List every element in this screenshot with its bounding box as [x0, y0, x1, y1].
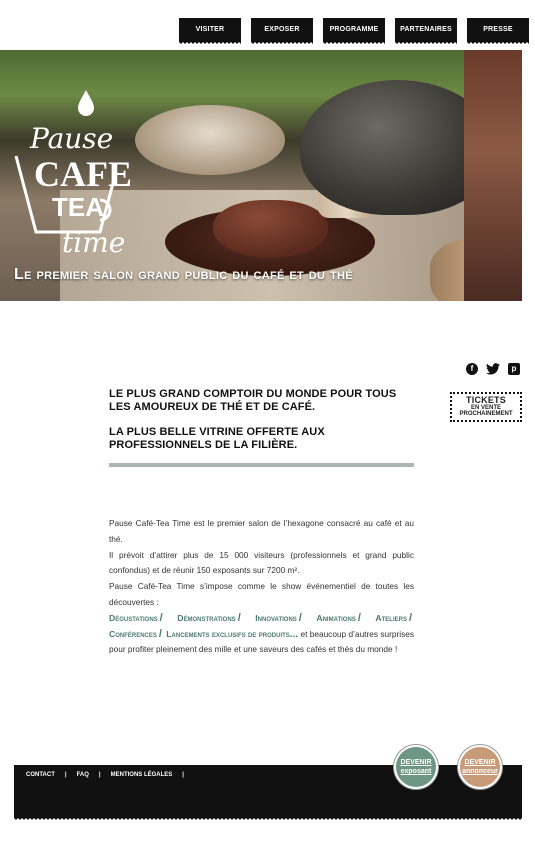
tickets-title: TICKETS — [466, 395, 506, 405]
tag-ellipsis: ... — [289, 628, 299, 640]
nav-divider — [317, 18, 319, 42]
footer-link-mentions[interactable]: MENTIONS LÉGALES — [111, 772, 173, 778]
tag-innovations: Innovations — [255, 612, 297, 623]
footer-separator: | — [64, 772, 67, 778]
intro-text: Pause Café-Tea Time est le premier salon… — [109, 516, 414, 658]
logo-graphic: Pause CAFE TEA time — [14, 90, 132, 259]
hero-clay-teapot-image — [213, 200, 328, 258]
nav-divider — [245, 18, 247, 42]
logo-time-text: time — [62, 226, 125, 259]
facebook-icon[interactable]: f — [466, 363, 478, 375]
headline-line-2: La plus belle vitrine offerte aux profes… — [109, 426, 325, 451]
headline-line-1: Le plus grand comptoir du monde pour tou… — [109, 388, 397, 413]
main-headline: Le plus grand comptoir du monde pour tou… — [109, 388, 414, 452]
tag-conferences: Conférences — [109, 628, 157, 639]
footer-link-faq[interactable]: FAQ — [77, 772, 89, 778]
hero-blanket-image — [464, 50, 522, 301]
hero-bowl-image — [135, 105, 285, 175]
logo-cafe-text: CAFE — [34, 154, 132, 194]
twitter-bird-icon — [486, 363, 500, 375]
logo-tea-text: TEA — [52, 192, 104, 222]
headline-divider — [109, 463, 414, 467]
tag-separator: / — [408, 611, 413, 624]
tag-lancements: Lancements exclusifs de produits — [166, 628, 290, 639]
intro-paragraph-2: Il prévoit d’attirer plus de 15 000 visi… — [109, 549, 414, 576]
nav-partenaires[interactable]: PARTENAIRES — [395, 18, 457, 45]
tag-separator: / — [357, 611, 361, 624]
page: VISITER EXPOSER PROGRAMME PARTENAIRES PR… — [0, 0, 535, 848]
cta-exposant-line1: DEVENIR — [400, 759, 432, 766]
footer-separator: | — [98, 772, 101, 778]
nav-exposer[interactable]: EXPOSER — [251, 18, 313, 45]
nav-divider — [461, 18, 463, 42]
tag-demonstrations: Démonstrations — [177, 612, 236, 623]
nav-visiter[interactable]: VISITER — [179, 18, 241, 45]
footer-link-contact[interactable]: CONTACT — [26, 772, 55, 778]
nav-presse[interactable]: PRESSE — [467, 18, 529, 45]
twitter-icon[interactable] — [485, 363, 501, 375]
top-nav: VISITER EXPOSER PROGRAMME PARTENAIRES PR… — [179, 18, 529, 45]
cta-exposant-line2: exposant — [400, 768, 432, 775]
become-advertiser-button[interactable]: DEVENIR annonceur — [458, 745, 502, 789]
become-exhibitor-button[interactable]: DEVENIR exposant — [394, 745, 438, 789]
social-links: f p — [466, 363, 520, 375]
footer: CONTACT | FAQ | MENTIONS LÉGALES | — [14, 768, 522, 821]
tag-separator: / — [298, 611, 302, 624]
intro-paragraph-3: Pause Café-Tea Time s’impose comme le sh… — [109, 581, 414, 607]
logo-pause-text: Pause — [29, 122, 113, 155]
intro-paragraph-1: Pause Café-Tea Time est le premier salon… — [109, 518, 414, 544]
tag-separator: / — [158, 627, 162, 640]
footer-separator: | — [182, 772, 184, 778]
tag-degustations: Dégustations — [109, 612, 158, 623]
footer-links: CONTACT | FAQ | MENTIONS LÉGALES | — [26, 772, 194, 778]
site-logo[interactable]: Pause CAFE TEA time — [12, 82, 134, 282]
tickets-badge[interactable]: TICKETS EN VENTE PROCHAINEMENT — [450, 392, 522, 422]
tag-separator: / — [237, 611, 241, 624]
cta-annonceur-line2: annonceur — [462, 768, 498, 775]
nav-divider — [389, 18, 391, 42]
tag-animations: Animations — [316, 612, 356, 623]
tag-ateliers: Ateliers — [375, 612, 407, 623]
pinterest-icon[interactable]: p — [508, 363, 520, 375]
tickets-sub2: PROCHAINEMENT — [459, 411, 513, 417]
hero-banner: Pause CAFE TEA time Le premier salon gra… — [0, 50, 522, 301]
tag-separator: / — [159, 611, 163, 624]
hero-tagline: Le premier salon grand public du café et… — [14, 266, 353, 283]
intro-paragraph-4: Dégustations / Démonstrations / Innovation… — [109, 611, 414, 658]
nav-programme[interactable]: PROGRAMME — [323, 18, 385, 45]
cta-annonceur-line1: DEVENIR — [464, 759, 496, 766]
